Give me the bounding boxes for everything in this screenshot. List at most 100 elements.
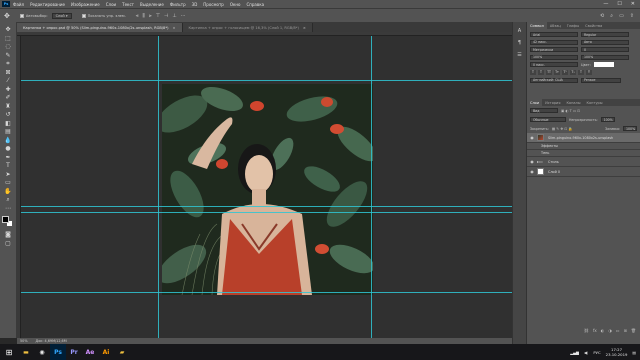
clock[interactable]: 17:27 23.10.2019 xyxy=(606,347,628,357)
menu-edit[interactable]: Редактирование xyxy=(30,2,65,7)
language-field[interactable]: Английский: США xyxy=(530,77,578,83)
text-color-swatch[interactable] xyxy=(593,62,614,67)
fx-icon[interactable]: fx xyxy=(593,328,597,334)
path-select-tool-icon[interactable]: ➤ xyxy=(3,171,13,178)
hand-tool-icon[interactable]: ✋ xyxy=(3,188,13,195)
layer-background[interactable]: ◉ Слой 0 xyxy=(527,167,640,177)
canvas-area[interactable] xyxy=(17,32,512,338)
share-icon[interactable]: ⇪ xyxy=(630,13,634,19)
opacity-field[interactable]: 100% xyxy=(600,117,615,122)
maximize-button[interactable]: ☐ xyxy=(617,1,621,7)
font-style-field[interactable]: Regular xyxy=(581,32,629,37)
guide-horizontal[interactable] xyxy=(21,292,512,293)
paragraph-panel-icon[interactable]: ¶ xyxy=(518,40,521,46)
quick-select-tool-icon[interactable]: ✎ xyxy=(3,52,13,59)
tab-paragraph[interactable]: Абзац xyxy=(547,22,564,29)
close-icon[interactable]: × xyxy=(173,26,176,30)
illustrator-icon[interactable]: Ai xyxy=(98,344,114,360)
transform-controls-checkbox[interactable] xyxy=(81,13,86,18)
underline-button[interactable]: T xyxy=(578,69,584,75)
adjustment-layer-icon[interactable]: ◑ xyxy=(608,328,612,334)
volume-icon[interactable]: ◀) xyxy=(584,350,588,355)
aftereffects-icon[interactable]: Ae xyxy=(82,344,98,360)
small-caps-button[interactable]: Tт xyxy=(554,69,560,75)
menu-window[interactable]: Окно xyxy=(230,2,241,7)
history-brush-tool-icon[interactable]: ↺ xyxy=(3,111,13,118)
type-tool-icon[interactable]: T xyxy=(3,162,13,169)
eyedropper-tool-icon[interactable]: ⁄ xyxy=(3,77,13,84)
search-icon[interactable]: ⌕ xyxy=(610,13,613,19)
premiere-icon[interactable]: Pr xyxy=(66,344,82,360)
tab-paths[interactable]: Контуры xyxy=(584,99,606,106)
language-indicator[interactable]: РУС xyxy=(593,350,600,355)
fill-field[interactable]: 100% xyxy=(623,126,637,131)
align-center-icon[interactable]: ⫼ xyxy=(143,13,145,19)
layer-effect-shadow[interactable]: Тень xyxy=(527,150,640,157)
dodge-tool-icon[interactable]: ● xyxy=(3,145,13,152)
visibility-eye-icon[interactable]: ◉ xyxy=(527,169,537,174)
new-layer-icon[interactable]: ⊞ xyxy=(624,328,627,334)
subscript-button[interactable]: T₁ xyxy=(570,69,576,75)
tab-document-1[interactable]: Картинка + опрос.psd @ 50% (Slim-pinguin… xyxy=(17,23,183,32)
tab-channels[interactable]: Каналы xyxy=(563,99,583,106)
vertical-scale-field[interactable]: 100% xyxy=(530,54,578,60)
superscript-button[interactable]: T¹ xyxy=(562,69,568,75)
blur-tool-icon[interactable]: 💧 xyxy=(3,137,13,144)
minimize-button[interactable]: — xyxy=(603,1,608,7)
menu-type[interactable]: Текст xyxy=(122,2,134,7)
trash-icon[interactable]: 🗑 xyxy=(631,328,636,334)
document-canvas[interactable] xyxy=(21,36,512,338)
align-middle-icon[interactable]: ⊣ xyxy=(164,13,168,19)
more-options-icon[interactable]: ⋯ xyxy=(181,13,186,19)
antialias-field[interactable]: Резкое xyxy=(581,77,621,83)
explorer-icon[interactable]: ▬ xyxy=(18,344,34,360)
crop-tool-icon[interactable]: ⌗ xyxy=(3,60,13,67)
pen-tool-icon[interactable]: ✒ xyxy=(3,154,13,161)
strikethrough-button[interactable]: Ŧ xyxy=(586,69,592,75)
tab-history[interactable]: История xyxy=(542,99,563,106)
new-group-icon[interactable]: ▭ xyxy=(616,328,620,334)
menu-layers[interactable]: Слои xyxy=(106,2,116,7)
font-family-field[interactable]: Arial xyxy=(530,32,578,37)
faux-italic-button[interactable]: T xyxy=(538,69,544,75)
all-caps-button[interactable]: TT xyxy=(546,69,552,75)
blend-mode-dropdown[interactable]: Обычные xyxy=(530,117,566,122)
menu-file[interactable]: Файл xyxy=(13,2,24,7)
layer-effects[interactable]: Эффекты xyxy=(527,143,640,150)
chrome-icon[interactable]: ◉ xyxy=(34,344,50,360)
document-size[interactable]: Док: 4,69M/12,6M xyxy=(36,339,67,343)
autoselect-dropdown[interactable]: Слой ▾ xyxy=(51,12,72,19)
tab-properties[interactable]: Свойства xyxy=(582,22,605,29)
align-left-icon[interactable]: ⫷ xyxy=(136,13,139,19)
zoom-tool-icon[interactable]: ⌕ xyxy=(3,196,13,203)
menu-view[interactable]: Просмотр xyxy=(203,2,224,7)
autoselect-checkbox[interactable] xyxy=(19,13,24,18)
add-mask-icon[interactable]: ◐ xyxy=(601,328,605,334)
screen-mode-icon[interactable]: ▢ xyxy=(3,240,13,247)
tab-document-2[interactable]: Картинка + опрос + голосищем @ 16,3% (Сл… xyxy=(182,23,313,32)
move-tool-icon[interactable]: ✥ xyxy=(3,26,13,33)
workspace-icon[interactable]: ▭ xyxy=(619,13,624,19)
leading-field[interactable]: Авто xyxy=(581,39,629,45)
visibility-eye-icon[interactable]: ◉ xyxy=(527,135,537,140)
windows-start-icon[interactable]: ⊞ xyxy=(0,344,18,360)
guide-horizontal[interactable] xyxy=(21,212,512,213)
tab-character[interactable]: Символ xyxy=(527,22,547,29)
font-size-field[interactable]: 42 пикс. xyxy=(530,39,578,45)
menu-select[interactable]: Выделение xyxy=(140,2,164,7)
lasso-tool-icon[interactable]: ◌ xyxy=(3,43,13,50)
more-tools-icon[interactable]: ⋯ xyxy=(3,205,13,212)
zoom-level[interactable]: 50% xyxy=(20,339,28,343)
tab-glyphs[interactable]: Глифы xyxy=(564,22,582,29)
link-layers-icon[interactable]: ⛓ xyxy=(584,328,589,334)
foreground-color-swatch[interactable] xyxy=(2,216,9,223)
properties-panel-icon[interactable]: ☰ xyxy=(517,52,521,58)
kerning-field[interactable]: Метрически xyxy=(530,47,578,52)
close-button[interactable]: ✕ xyxy=(631,1,635,7)
visibility-eye-icon[interactable]: ◉ xyxy=(527,159,537,164)
menu-help[interactable]: Справка xyxy=(246,2,264,7)
menu-filter[interactable]: Фильтр xyxy=(170,2,186,7)
layer-photo[interactable]: ◉ Slim-pinguino-960x-1080x2s-unsplash xyxy=(527,133,640,143)
eraser-tool-icon[interactable]: ◧ xyxy=(3,120,13,127)
layer-style[interactable]: ◉ ▸▭ Стиль xyxy=(527,157,640,167)
